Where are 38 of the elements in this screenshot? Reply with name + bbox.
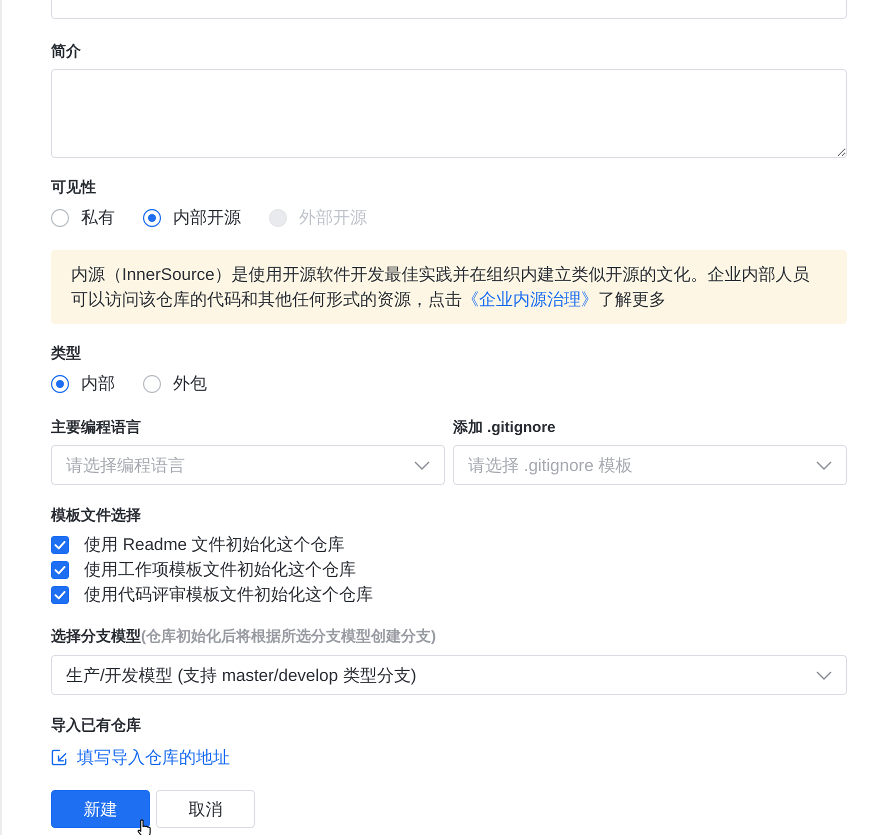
create-button[interactable]: 新建 <box>51 790 150 828</box>
gitignore-select[interactable]: 请选择 .gitignore 模板 <box>453 445 847 485</box>
radio-label: 内部 <box>81 373 115 395</box>
type-label: 类型 <box>51 344 82 364</box>
language-select[interactable]: 请选择编程语言 <box>51 445 445 485</box>
import-label: 导入已有仓库 <box>51 716 142 736</box>
description-field[interactable] <box>51 69 847 158</box>
chevron-down-icon <box>816 460 832 470</box>
checkbox-label: 使用 Readme 文件初始化这个仓库 <box>84 534 345 556</box>
branch-model-select[interactable]: 生产/开发模型 (支持 master/develop 类型分支) <box>51 655 847 695</box>
checkbox-label: 使用代码评审模板文件初始化这个仓库 <box>84 584 373 606</box>
template-label: 模板文件选择 <box>51 506 142 526</box>
cancel-button[interactable]: 取消 <box>156 790 255 828</box>
checkbox[interactable] <box>51 560 69 578</box>
radio-label: 外部开源 <box>299 207 367 229</box>
radio-button[interactable] <box>143 375 161 393</box>
radio-label: 内部开源 <box>173 207 241 229</box>
import-icon <box>51 748 68 766</box>
chevron-down-icon <box>414 460 430 470</box>
radio-button[interactable] <box>51 209 69 227</box>
chevron-down-icon <box>816 670 832 680</box>
import-repo-link[interactable]: 填写导入仓库的地址 <box>51 745 230 769</box>
radio-button[interactable] <box>51 375 69 393</box>
checkbox-label: 使用工作项模板文件初始化这个仓库 <box>84 558 356 580</box>
checkbox[interactable] <box>51 536 69 554</box>
radio-label: 外包 <box>173 373 207 395</box>
checkbox[interactable] <box>51 586 69 604</box>
description-label: 简介 <box>51 42 82 62</box>
gitignore-label: 添加 .gitignore <box>453 418 556 438</box>
branch-model-label: 选择分支模型 <box>51 627 141 647</box>
visibility-label: 可见性 <box>51 178 97 198</box>
info-notice: 内源（InnerSource）是使用开源软件开发最佳实践并在组织内建立类似开源的文化。企业内部人员可以访问该仓库的代码和其他任何形式的资源，点击《企业内源治理》了解更多 <box>51 250 847 324</box>
radio-button[interactable] <box>143 209 161 227</box>
hand-cursor-icon <box>136 819 153 835</box>
language-label: 主要编程语言 <box>51 418 142 438</box>
governance-link[interactable]: 《企业内源治理》 <box>462 290 598 309</box>
branch-model-hint: (仓库初始化后将根据所选分支模型创建分支) <box>141 627 436 647</box>
radio-label: 私有 <box>81 207 115 229</box>
